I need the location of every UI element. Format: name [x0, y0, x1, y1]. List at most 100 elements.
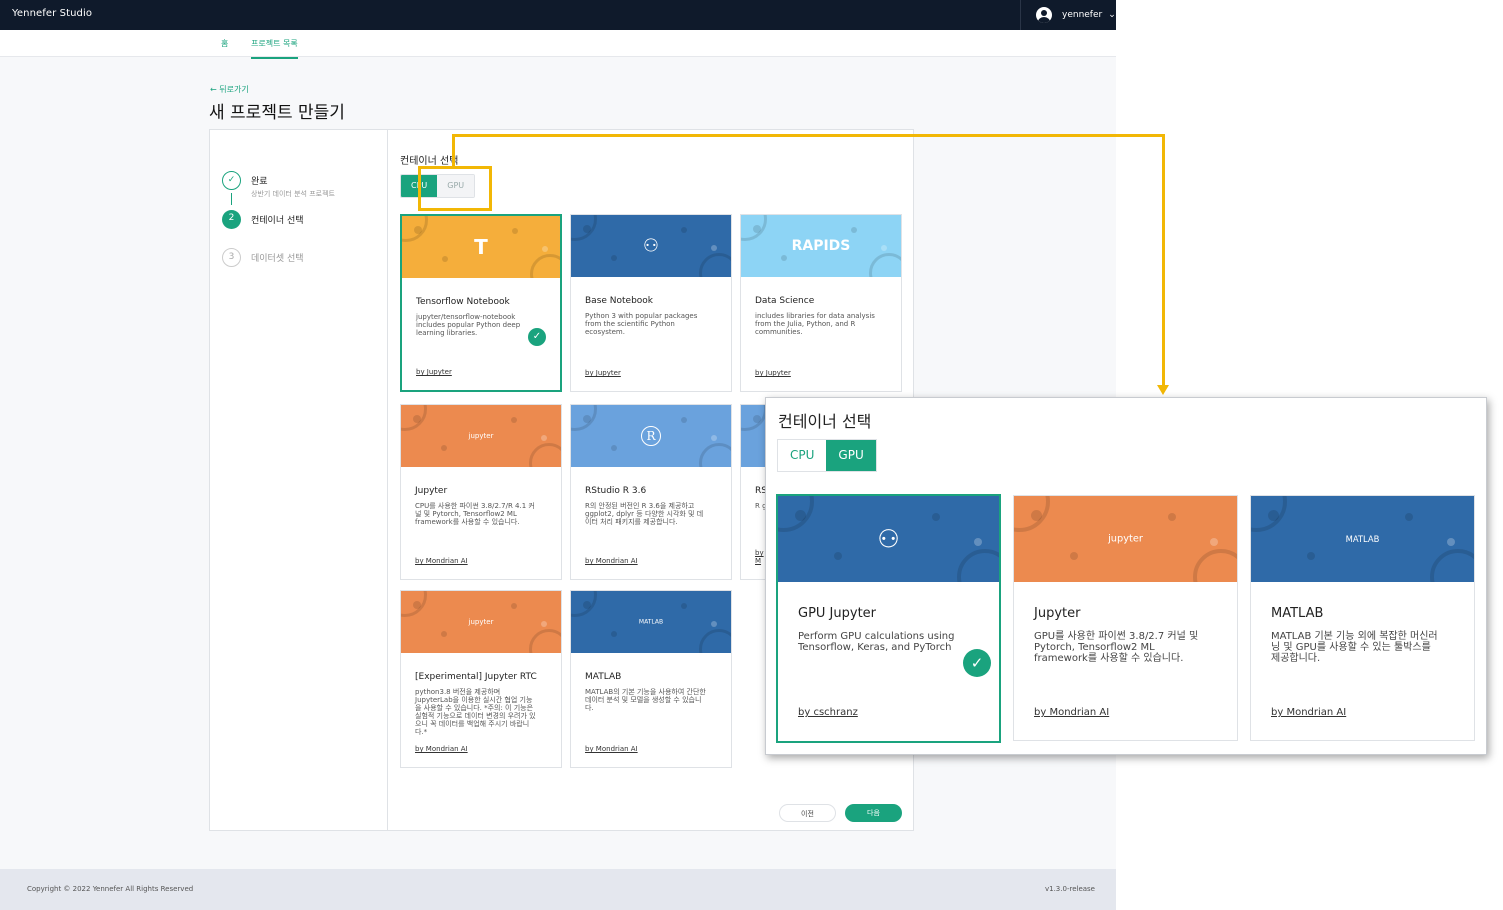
card-title: MATLAB — [585, 672, 622, 682]
zoom-inset: 컨테이너 선택 CPU GPU ⚇ GPU Jupyter Perform GPU … — [765, 397, 1487, 755]
card-author-link[interactable]: by Jupyter — [585, 369, 621, 377]
card-banner: jupyter — [401, 405, 561, 467]
app-brand[interactable]: Yennefer Studio — [12, 8, 92, 19]
python-icon: ⚇ — [642, 235, 660, 257]
container-card[interactable]: jupyter [Experimental] Jupyter RTC python3… — [400, 590, 562, 768]
banner-decoration — [869, 253, 901, 277]
container-card[interactable]: T Tensorflow Notebook jupyter/tensorflow-n… — [400, 214, 562, 392]
card-author-link[interactable]: by Mondrian AI — [585, 745, 638, 753]
banner-decoration — [681, 417, 687, 423]
footer: Copyright © 2022 Yennefer All Rights Res… — [0, 869, 1116, 910]
banner-decoration — [611, 631, 617, 637]
back-link[interactable]: ← 뒤로가기 — [210, 84, 249, 95]
card-author-link[interactable]: by Mondrian AI — [1271, 707, 1346, 718]
annotation-line — [452, 134, 1165, 137]
tab-cpu[interactable]: CPU — [778, 440, 827, 471]
nav-bar: 홈 프로젝트 목록 — [0, 30, 1116, 59]
banner-decoration — [542, 246, 548, 252]
banner-decoration — [1014, 496, 1051, 533]
wizard-steps: ✓ 완료 상반기 데이터 분석 프로젝트 2 컨테이너 선택 3 데이터셋 선택 — [210, 130, 388, 830]
card-author-link[interactable]: by cschranz — [798, 707, 858, 718]
banner-decoration — [741, 405, 765, 431]
banner-decoration — [571, 591, 597, 617]
prev-button[interactable]: 이전 — [779, 804, 836, 822]
banner-decoration — [512, 228, 518, 234]
container-card[interactable]: ⚇ Base Notebook Python 3 with popular pack… — [570, 214, 732, 392]
card-banner: jupyter — [1014, 496, 1237, 582]
card-description: R의 안정된 버전인 R 3.6을 제공하고 ggplot2, dplyr 등 … — [585, 502, 704, 526]
step-label: 데이터셋 선택 — [251, 254, 304, 264]
card-banner: R — [571, 405, 731, 467]
container-card[interactable]: jupyter Jupyter GPU를 사용한 파이썬 3.8/2.7 커널 및 … — [1013, 495, 1238, 741]
banner-decoration — [511, 603, 517, 609]
nav-home[interactable]: 홈 — [221, 38, 228, 49]
user-menu[interactable]: yennefer ⌄ — [1020, 0, 1116, 30]
banner-decoration — [778, 496, 815, 533]
container-card[interactable]: RAPIDS Data Science includes libraries for… — [740, 214, 902, 392]
banner-decoration — [1251, 496, 1288, 533]
card-banner: MATLAB — [571, 591, 731, 653]
card-banner — [741, 405, 765, 467]
banner-decoration — [699, 443, 731, 467]
card-description: CPU를 사용한 파이썬 3.8/2.7/R 4.1 커널 및 Pytorch,… — [415, 502, 535, 526]
card-author-link[interactable]: by Mondrian AI — [415, 557, 468, 565]
card-description: MATLAB 기본 기능 외에 복잡한 머신러닝 및 GPU를 사용할 수 있는… — [1271, 631, 1438, 664]
section-title: 컨테이너 선택 — [400, 156, 459, 167]
check-icon: ✓ — [963, 649, 991, 677]
annotation-arrow-icon — [1157, 385, 1169, 395]
page-title: 새 프로젝트 만들기 — [209, 103, 345, 123]
card-title: Jupyter — [1034, 606, 1081, 621]
user-avatar-icon — [1036, 7, 1052, 23]
step-number: 2 — [222, 210, 241, 229]
jupyter-icon: jupyter — [468, 618, 494, 626]
container-card[interactable]: MATLAB MATLAB MATLAB 기본 기능 외에 복잡한 머신러닝 및 G… — [1250, 495, 1475, 741]
card-description: jupyter/tensorflow-notebook includes pop… — [416, 313, 521, 337]
banner-decoration — [1430, 549, 1474, 582]
card-title: [Experimental] Jupyter RTC — [415, 672, 537, 682]
banner-decoration — [711, 621, 717, 627]
card-author-link[interactable]: by Mondrian AI — [1034, 707, 1109, 718]
container-card[interactable]: jupyter Jupyter CPU를 사용한 파이썬 3.8/2.7/R 4.1… — [400, 404, 562, 580]
banner-decoration — [401, 591, 427, 617]
check-icon: ✓ — [528, 328, 546, 346]
banner-decoration — [1070, 552, 1079, 561]
next-button[interactable]: 다음 — [845, 804, 902, 822]
card-banner: RAPIDS — [741, 215, 901, 277]
tensorflow-icon: T — [474, 235, 488, 259]
banner-decoration — [401, 405, 427, 431]
banner-decoration — [611, 255, 617, 261]
container-card[interactable]: MATLAB MATLAB MATLAB의 기본 기능을 사용하여 간단한 데이터 … — [570, 590, 732, 768]
card-author-link[interactable]: by Jupyter — [755, 369, 791, 377]
card-author-link[interactable]: by M — [755, 549, 765, 565]
section-title: 컨테이너 선택 — [778, 412, 872, 431]
banner-decoration — [1405, 512, 1414, 522]
nav-projects[interactable]: 프로젝트 목록 — [251, 38, 298, 59]
banner-decoration — [541, 621, 547, 627]
card-title: GPU Jupyter — [798, 606, 877, 621]
card-description: includes libraries for data analysis fro… — [755, 312, 875, 336]
banner-decoration — [529, 443, 561, 467]
container-card[interactable]: R RStudio R 3.6 R의 안정된 버전인 R 3.6을 제공하고 ggp… — [570, 404, 732, 580]
card-author-link[interactable]: by Jupyter — [416, 368, 452, 376]
card-description: GPU를 사용한 파이썬 3.8/2.7 커널 및 Pytorch, Tenso… — [1034, 631, 1199, 664]
card-description: MATLAB의 기본 기능을 사용하여 간단한 데이터 분석 및 모델을 생성할… — [585, 688, 706, 712]
banner-decoration — [441, 631, 447, 637]
tab-gpu[interactable]: GPU — [826, 440, 876, 471]
chevron-down-icon: ⌄ — [1108, 10, 1116, 20]
card-title: Tensorflow Notebook — [416, 297, 510, 307]
banner-decoration — [711, 245, 717, 251]
copyright: Copyright © 2022 Yennefer All Rights Res… — [27, 885, 194, 893]
banner-decoration — [571, 405, 597, 431]
card-title: Data Science — [755, 296, 815, 306]
step-label: 컨테이너 선택 — [251, 216, 304, 226]
matlab-icon: MATLAB — [1345, 534, 1380, 544]
card-author-link[interactable]: by Mondrian AI — [585, 557, 638, 565]
banner-decoration — [541, 435, 547, 441]
banner-decoration — [529, 629, 561, 653]
container-card[interactable]: RSR ggp 화by M — [740, 404, 766, 580]
banner-decoration — [881, 245, 887, 251]
container-card[interactable]: ⚇ GPU Jupyter Perform GPU calculations usi… — [776, 494, 1001, 743]
card-description: Perform GPU calculations using Tensorflo… — [798, 631, 955, 653]
card-author-link[interactable]: by Mondrian AI — [415, 745, 468, 753]
banner-decoration — [681, 227, 687, 233]
